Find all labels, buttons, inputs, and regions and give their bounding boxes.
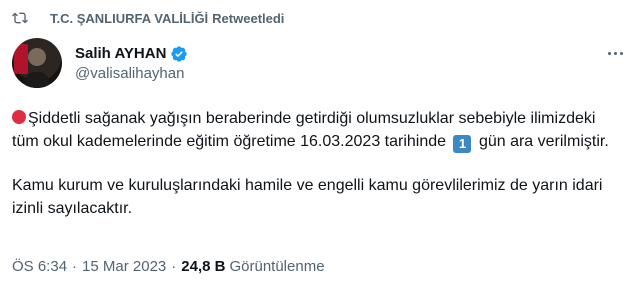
views-count[interactable]: 24,8 B	[181, 258, 225, 275]
views-label[interactable]: Görüntülenme	[229, 258, 324, 275]
retweet-context[interactable]: T.C. ŞANLIURFA VALİLİĞİ Retweetledi	[12, 9, 284, 27]
author-handle[interactable]: @valisalihayhan	[75, 65, 188, 82]
tweet-paragraph-2: Kamu kurum ve kuruluşlarındaki hamile ve…	[12, 177, 603, 217]
separator-dot: ·	[72, 258, 78, 275]
tweet-author[interactable]: Salih AYHAN @valisalihayhan	[12, 38, 188, 88]
tweet-meta: ÖS 6:34 · 15 Mar 2023 · 24,8 B Görüntüle…	[12, 258, 325, 275]
author-name[interactable]: Salih AYHAN	[75, 45, 166, 62]
retweet-account[interactable]: T.C. ŞANLIURFA VALİLİĞİ	[50, 11, 208, 26]
tweet-time[interactable]: ÖS 6:34	[12, 258, 67, 275]
keycap-digit-one: 1	[453, 134, 472, 153]
retweet-icon	[12, 10, 28, 26]
retweet-label: Retweetledi	[212, 10, 285, 26]
tweet-date[interactable]: 15 Mar 2023	[82, 258, 166, 275]
tweet-paragraph-1: Şiddetli sağanak yağışın beraberinde get…	[12, 108, 624, 153]
tweet-text: Şiddetli sağanak yağışın beraberinde get…	[12, 108, 624, 220]
verified-badge-icon	[170, 45, 188, 63]
separator-dot: ·	[171, 258, 177, 275]
more-options-icon[interactable]	[604, 44, 626, 62]
red-circle-icon	[12, 110, 26, 124]
avatar[interactable]	[12, 38, 62, 88]
